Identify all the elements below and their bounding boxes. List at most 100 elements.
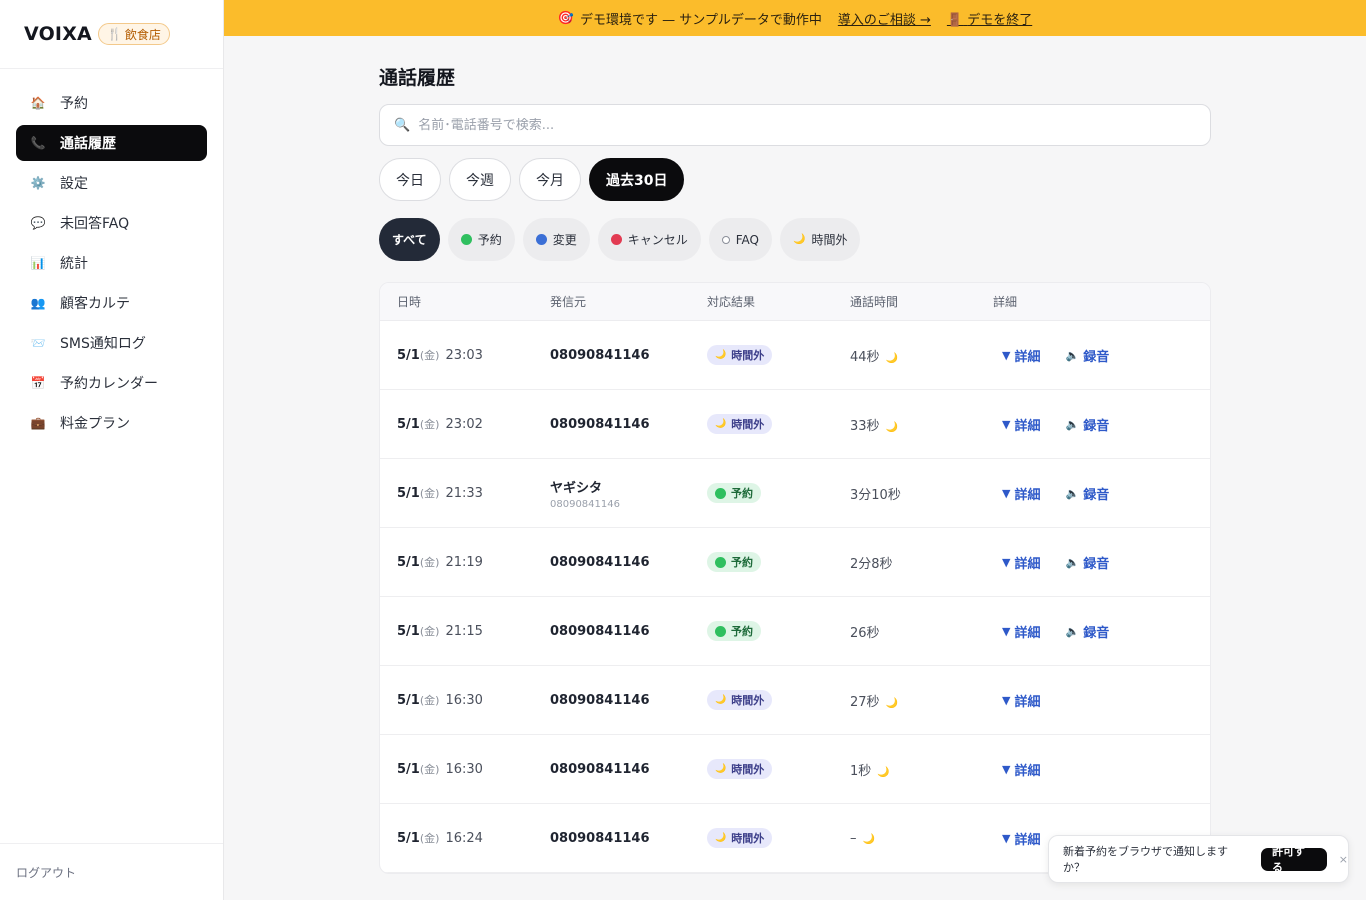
filter-chip-label: 変更 (552, 233, 577, 247)
period-button[interactable]: 今日 (379, 158, 441, 201)
call-time: 16:30 (445, 693, 483, 708)
result-badge: 🌙 時間外 (707, 690, 773, 710)
exit-demo-link[interactable]: 🚪 デモを終了 (947, 9, 1032, 28)
filter-chip[interactable]: すべて (379, 218, 440, 261)
filter-chip-label: キャンセル (627, 233, 688, 247)
caller-cell: 08090841146 (550, 417, 707, 432)
sidebar-item[interactable]: 💬 未回答FAQ (16, 205, 207, 241)
table-row[interactable]: 5/1(金) 21:33 ヤギシタ 08090841146 予約 3分10秒 ▼ 詳細 🔈 録音 (380, 459, 1210, 528)
sidebar-item[interactable]: 🏠 予約 (16, 85, 207, 121)
close-icon[interactable]: × (1339, 853, 1348, 866)
green-dot-icon (460, 234, 472, 245)
recording-button[interactable]: 🔈 録音 (1065, 622, 1109, 641)
result-label: 時間外 (731, 763, 765, 776)
sidebar-item[interactable]: 📨 SMS通知ログ (16, 325, 207, 361)
detail-button[interactable]: ▼ 詳細 (1002, 760, 1040, 779)
hollow-dot-icon (721, 235, 730, 244)
recording-button[interactable]: 🔈 録音 (1065, 346, 1109, 365)
detail-button[interactable]: ▼ 詳細 (1002, 484, 1040, 503)
notification-message: 新着予約をブラウザで通知しますか？ (1063, 845, 1228, 874)
call-weekday: (金) (419, 487, 440, 500)
result-cell: 🌙 時間外 (707, 345, 850, 365)
call-datetime: 5/1(金) 21:19 (380, 554, 550, 570)
result-cell: 予約 (707, 621, 850, 641)
call-date: 5/1 (397, 762, 420, 777)
blue-dot-icon (535, 234, 547, 245)
call-datetime: 5/1(金) 16:30 (380, 761, 550, 777)
speaker-icon: 🔈 (1065, 486, 1080, 500)
call-time: 21:33 (445, 486, 483, 501)
triangle-down-icon: ▼ (1002, 417, 1011, 431)
call-date: 5/1 (397, 555, 420, 570)
sidebar-item[interactable]: 📊 統計 (16, 245, 207, 281)
result-badge: 予約 (707, 483, 761, 503)
detail-button[interactable]: ▼ 詳細 (1002, 553, 1040, 572)
sidebar-item[interactable]: 📅 予約カレンダー (16, 365, 207, 401)
call-duration: 26秒 (850, 625, 880, 641)
call-weekday: (金) (419, 763, 440, 776)
moon-icon: 🌙 (715, 350, 727, 360)
allow-notification-button[interactable]: 許可する (1261, 845, 1327, 874)
actions-cell: ▼ 詳細 (993, 691, 1210, 710)
result-cell: 予約 (707, 483, 850, 503)
detail-label: 詳細 (1014, 625, 1041, 641)
result-label: 時間外 (731, 694, 765, 707)
moon-icon: 🌙 (885, 697, 898, 709)
caller-cell: 08090841146 (550, 693, 707, 708)
period-button[interactable]: 過去30日 (589, 158, 685, 201)
table-row[interactable]: 5/1(金) 21:15 08090841146 予約 26秒 ▼ 詳細 🔈 録音 (380, 597, 1210, 666)
duration-cell: 2分8秒 (850, 553, 993, 572)
search-icon: 🔍 (394, 117, 411, 133)
table-row[interactable]: 5/1(金) 16:30 08090841146 🌙 時間外 1秒 🌙 ▼ 詳細 (380, 735, 1210, 804)
recording-label: 録音 (1083, 349, 1110, 365)
detail-button[interactable]: ▼ 詳細 (1002, 346, 1040, 365)
sidebar-item[interactable]: 📞 通話履歴 (16, 125, 207, 161)
table-body: 5/1(金) 23:03 08090841146 🌙 時間外 44秒 🌙 ▼ 詳細 🔈 録音 5/1(… (380, 321, 1210, 873)
detail-button[interactable]: ▼ 詳細 (1002, 829, 1040, 848)
logout-link[interactable]: ログアウト (0, 843, 223, 900)
sidebar-item-label: 予約カレンダー (60, 376, 158, 392)
search-input[interactable] (418, 117, 1179, 133)
filter-chip[interactable]: キャンセル (597, 218, 701, 261)
sidebar-item[interactable]: ⚙️ 設定 (16, 165, 207, 201)
filter-chip[interactable]: 予約 (447, 218, 515, 261)
triangle-down-icon: ▼ (1002, 486, 1011, 500)
filter-chip-label: FAQ (735, 232, 759, 247)
table-row[interactable]: 5/1(金) 23:03 08090841146 🌙 時間外 44秒 🌙 ▼ 詳細 🔈 録音 (380, 321, 1210, 390)
detail-button[interactable]: ▼ 詳細 (1002, 691, 1040, 710)
call-duration: 44秒 (850, 349, 880, 365)
period-button[interactable]: 今月 (519, 158, 581, 201)
triangle-down-icon: ▼ (1002, 348, 1011, 362)
call-duration: 1秒 (850, 763, 872, 779)
caller-name: 08090841146 (550, 347, 650, 363)
filter-chip[interactable]: 🌙 時間外 (779, 218, 861, 261)
result-badge: 予約 (707, 552, 761, 572)
call-time: 23:03 (445, 348, 483, 363)
triangle-down-icon: ▼ (1002, 693, 1011, 707)
consult-link[interactable]: 導入のご相談 → (838, 9, 931, 28)
call-datetime: 5/1(金) 23:02 (380, 416, 550, 432)
period-button[interactable]: 今週 (449, 158, 511, 201)
table-row[interactable]: 5/1(金) 23:02 08090841146 🌙 時間外 33秒 🌙 ▼ 詳細 🔈 録音 (380, 390, 1210, 459)
detail-button[interactable]: ▼ 詳細 (1002, 415, 1040, 434)
sidebar-item[interactable]: 💼 料金プラン (16, 405, 207, 441)
col-duration: 通話時間 (850, 295, 899, 309)
sidebar-item[interactable]: 👥 顧客カルテ (16, 285, 207, 321)
recording-button[interactable]: 🔈 録音 (1065, 415, 1109, 434)
recording-button[interactable]: 🔈 録音 (1065, 484, 1109, 503)
sidebar-item-label: 顧客カルテ (60, 296, 130, 312)
table-header: 日時 発信元 対応結果 通話時間 詳細 (380, 283, 1210, 321)
call-duration: 2分8秒 (850, 556, 893, 572)
actions-cell: ▼ 詳細 🔈 録音 (993, 553, 1210, 572)
result-badge: 🌙 時間外 (707, 828, 773, 848)
filter-chip[interactable]: 変更 (522, 218, 590, 261)
recording-button[interactable]: 🔈 録音 (1065, 553, 1109, 572)
detail-button[interactable]: ▼ 詳細 (1002, 622, 1040, 641)
table-row[interactable]: 5/1(金) 16:30 08090841146 🌙 時間外 27秒 🌙 ▼ 詳細 (380, 666, 1210, 735)
filter-chip[interactable]: FAQ (708, 218, 772, 261)
call-weekday: (金) (419, 556, 440, 569)
table-row[interactable]: 5/1(金) 21:19 08090841146 予約 2分8秒 ▼ 詳細 🔈 録音 (380, 528, 1210, 597)
call-datetime: 5/1(金) 16:30 (380, 692, 550, 708)
main-content: 通話履歴 🔍 今日今週今月過去30日 すべて予約変更キャンセルFAQ🌙時間外 日… (379, 36, 1211, 874)
duration-cell: 26秒 (850, 622, 993, 641)
